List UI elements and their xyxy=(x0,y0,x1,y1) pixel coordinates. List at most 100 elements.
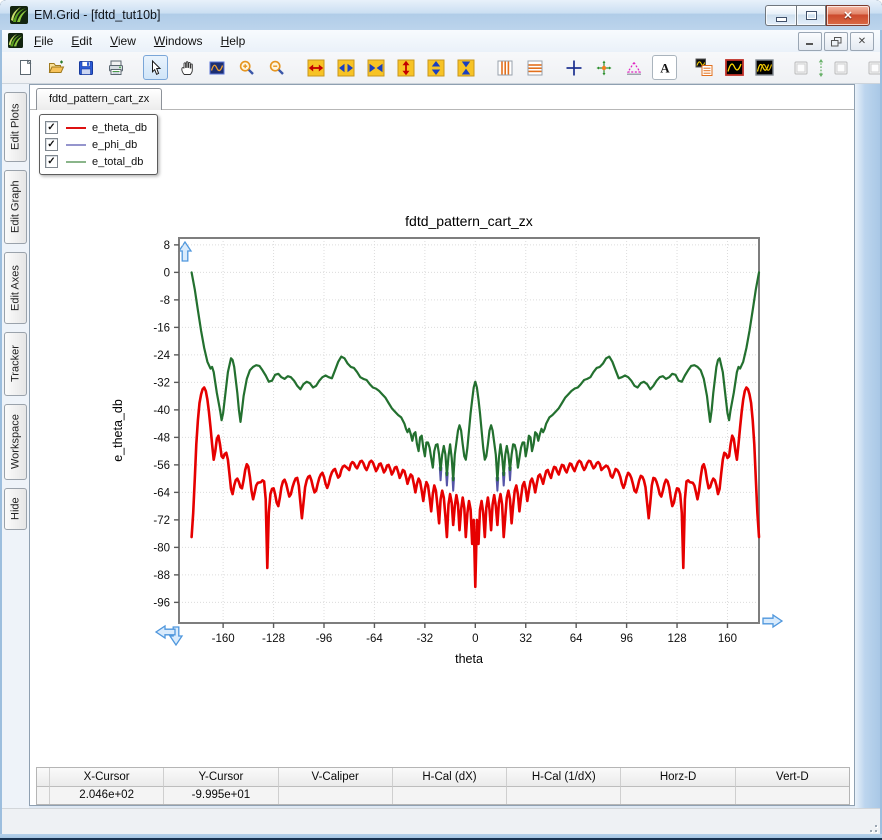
y-tick-label: 0 xyxy=(164,267,170,279)
sidebar-button-workspace[interactable]: Workspace xyxy=(4,404,27,480)
y-tick-label: -56 xyxy=(153,460,170,472)
horizontal-gridlines-button[interactable] xyxy=(523,56,546,79)
cursor-readout-table: X-CursorY-CursorV-CaliperH-Cal (dX)H-Cal… xyxy=(36,767,850,805)
readout-row-stub xyxy=(37,787,49,804)
legend-item-e_phi_db[interactable]: ✓e_phi_db xyxy=(45,136,147,153)
x-tick-label: -32 xyxy=(417,633,434,645)
expand-x-button[interactable] xyxy=(304,56,327,79)
chart-svg[interactable]: -160-128-96-64-32032649612816080-8-16-24… xyxy=(30,85,854,691)
dock-panel: Edit Plots Edit Graph Edit Axes Tracker Work… xyxy=(2,84,29,808)
sidebar-button-edit-axes[interactable]: Edit Axes xyxy=(4,252,27,324)
menu-item-help[interactable]: Help xyxy=(213,32,254,50)
legend-line-swatch xyxy=(66,161,86,163)
print-button[interactable] xyxy=(104,56,127,79)
x-axis-right-arrow-icon xyxy=(763,615,782,627)
select-cursor-button[interactable] xyxy=(143,55,168,80)
legend-line-swatch xyxy=(66,127,86,129)
single-curve-view-button[interactable] xyxy=(723,56,746,79)
readout-value-h-cal-dx- xyxy=(392,787,506,804)
mdi-minimize-button[interactable] xyxy=(798,32,822,51)
close-icon: ✕ xyxy=(843,9,852,22)
text-annotation-button[interactable]: A xyxy=(652,55,677,80)
expand-y-data-button[interactable] xyxy=(424,56,447,79)
save-button[interactable] xyxy=(74,56,97,79)
readout-value-v-caliper xyxy=(278,787,392,804)
compress-y-data-button[interactable] xyxy=(454,56,477,79)
x-axis-label: theta xyxy=(455,652,483,666)
x-tick-label: -160 xyxy=(212,633,235,645)
document-icon xyxy=(8,33,24,49)
y-tick-label: -40 xyxy=(153,405,170,417)
x-tick-label: 160 xyxy=(718,633,737,645)
multi-curve-view-button[interactable] xyxy=(753,56,776,79)
readout-value-horz-d xyxy=(620,787,734,804)
x-tick-label: 0 xyxy=(472,633,478,645)
zoom-out-button[interactable] xyxy=(265,56,288,79)
compress-x-data-button[interactable] xyxy=(364,56,387,79)
minimize-button[interactable] xyxy=(765,5,796,26)
x-tick-label: 128 xyxy=(667,633,686,645)
caliper-button[interactable] xyxy=(622,56,645,79)
link-x-axes-button xyxy=(866,56,880,79)
sidebar-button-hide[interactable]: Hide xyxy=(4,488,27,530)
bottom-window-border xyxy=(0,834,882,840)
x-tick-label: -64 xyxy=(366,633,383,645)
readout-header-h-cal-1-dx-: H-Cal (1/dX) xyxy=(506,768,620,787)
expand-x-data-button[interactable] xyxy=(334,56,357,79)
left-window-border xyxy=(0,30,2,834)
tracker-button[interactable] xyxy=(592,56,615,79)
readout-value-vert-d xyxy=(735,787,849,804)
menu-item-file[interactable]: File xyxy=(26,32,61,50)
sidebar-button-tracker[interactable]: Tracker xyxy=(4,332,27,396)
y-tick-label: -96 xyxy=(153,597,170,609)
legend-checkbox-e_total_db[interactable]: ✓ xyxy=(45,155,58,168)
y-tick-label: -8 xyxy=(160,295,170,307)
vertical-gridlines-button[interactable] xyxy=(493,56,516,79)
plot-properties-button[interactable] xyxy=(693,56,716,79)
minimize-icon xyxy=(776,17,787,22)
menu-item-edit[interactable]: Edit xyxy=(63,32,100,50)
x-tick-label: 96 xyxy=(620,633,633,645)
legend-checkbox-e_phi_db[interactable]: ✓ xyxy=(45,138,58,151)
y-tick-label: -48 xyxy=(153,432,170,444)
zoom-in-button[interactable] xyxy=(235,56,258,79)
mdi-restore-button[interactable] xyxy=(824,32,848,51)
pan-hand-button[interactable] xyxy=(175,56,198,79)
sidebar-button-edit-graph[interactable]: Edit Graph xyxy=(4,170,27,244)
expand-y-button[interactable] xyxy=(394,56,417,79)
svg-text:A: A xyxy=(660,60,670,75)
sidebar-button-edit-plots[interactable]: Edit Plots xyxy=(4,92,27,162)
y-tick-label: -72 xyxy=(153,515,170,527)
toolbar: A Layout xyxy=(2,52,880,84)
y-tick-label: -32 xyxy=(153,377,170,389)
legend-box: ✓e_theta_db✓e_phi_db✓e_total_db xyxy=(39,114,158,175)
legend-checkbox-e_theta_db[interactable]: ✓ xyxy=(45,121,58,134)
close-button[interactable]: ✕ xyxy=(826,5,870,26)
readout-header-horz-d: Horz-D xyxy=(620,768,734,787)
crosshair-cursor-button[interactable] xyxy=(562,56,585,79)
readout-header-vert-d: Vert-D xyxy=(735,768,849,787)
maximize-icon xyxy=(806,11,817,20)
app-logo-icon xyxy=(10,6,28,24)
open-file-button[interactable] xyxy=(44,56,67,79)
title-bar[interactable]: EM.Grid - [fdtd_tut10b] ✕ xyxy=(0,0,882,30)
resize-grip[interactable] xyxy=(864,819,877,832)
new-file-button[interactable] xyxy=(14,56,37,79)
menu-item-windows[interactable]: Windows xyxy=(146,32,211,50)
menu-item-view[interactable]: View xyxy=(102,32,144,50)
maximize-button[interactable] xyxy=(796,5,826,26)
readout-header-y-cursor: Y-Cursor xyxy=(163,768,277,787)
chart-title: fdtd_pattern_cart_zx xyxy=(405,213,533,229)
legend-label: e_total_db xyxy=(92,156,143,168)
legend-item-e_theta_db[interactable]: ✓ e_theta_db xyxy=(45,119,147,136)
zoom-window-button[interactable] xyxy=(205,56,228,79)
y-tick-label: -16 xyxy=(153,322,170,334)
y-tick-label: 8 xyxy=(164,240,170,252)
tab-fdtd-pattern-cart-zx[interactable]: fdtd_pattern_cart_zx xyxy=(36,88,162,110)
mdi-close-button[interactable]: ✕ xyxy=(850,32,874,51)
main-area: Edit Plots Edit Graph Edit Axes Tracker Work… xyxy=(2,84,880,808)
legend-item-e_total_db[interactable]: ✓ e_total_db xyxy=(45,153,147,170)
legend-label: e_theta_db xyxy=(92,122,147,134)
readout-header-v-caliper: V-Caliper xyxy=(278,768,392,787)
readout-row-stub xyxy=(37,768,49,787)
